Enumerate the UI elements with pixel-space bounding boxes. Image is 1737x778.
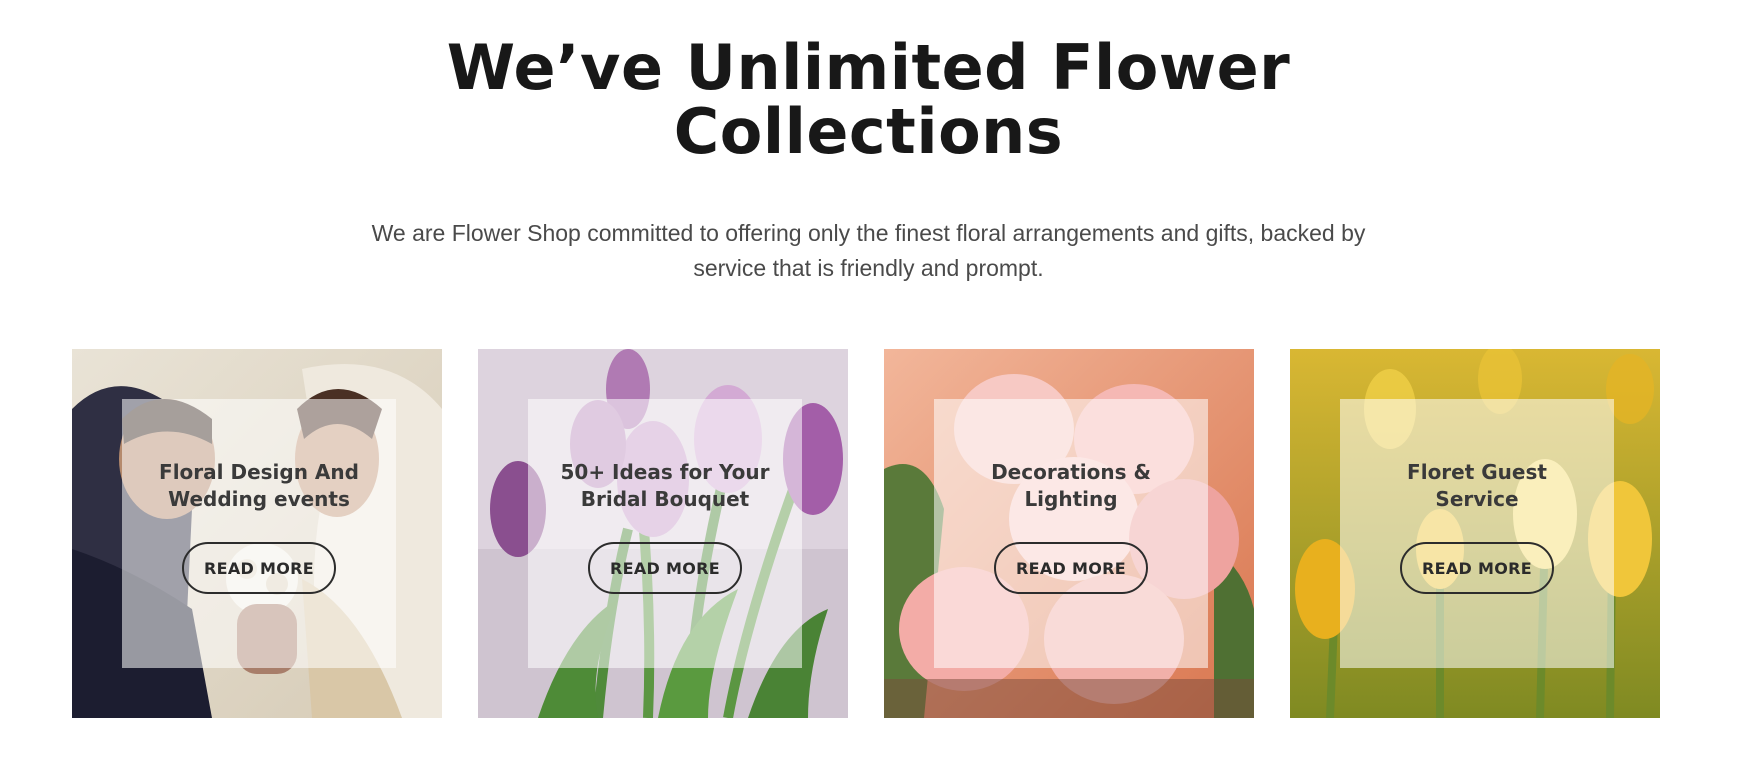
card-title: Floret Guest Service <box>1340 459 1614 513</box>
card-title-line-2: Wedding events <box>168 487 350 511</box>
flower-collections-section: We’ve Unlimited Flower Collections We ar… <box>0 0 1737 778</box>
collection-card-decorations: Decorations & Lighting READ MORE <box>884 349 1254 718</box>
heading-line-1: We’ve Unlimited Flower <box>446 31 1291 104</box>
read-more-button[interactable]: READ MORE <box>1400 542 1554 594</box>
card-overlay: Decorations & Lighting READ MORE <box>934 399 1208 668</box>
card-title: Floral Design And Wedding events <box>122 459 396 513</box>
read-more-button[interactable]: READ MORE <box>994 542 1148 594</box>
card-title-line-2: Lighting <box>1024 487 1118 511</box>
collection-card-guest-service: Floret Guest Service READ MORE <box>1290 349 1660 718</box>
read-more-button[interactable]: READ MORE <box>182 542 336 594</box>
card-title: Decorations & Lighting <box>934 459 1208 513</box>
collection-card-wedding: Floral Design And Wedding events READ MO… <box>72 349 442 718</box>
card-title-line-2: Bridal Bouquet <box>580 487 750 511</box>
card-title-line-1: Floret Guest <box>1407 460 1547 484</box>
heading-line-2: Collections <box>673 95 1064 168</box>
section-heading: We’ve Unlimited Flower Collections <box>0 36 1737 164</box>
read-more-button[interactable]: READ MORE <box>588 542 742 594</box>
card-title-line-1: Floral Design And <box>159 460 359 484</box>
card-title-line-1: 50+ Ideas for Your <box>560 460 770 484</box>
card-title: 50+ Ideas for Your Bridal Bouquet <box>528 459 802 513</box>
card-overlay: 50+ Ideas for Your Bridal Bouquet READ M… <box>528 399 802 668</box>
card-title-line-2: Service <box>1435 487 1519 511</box>
collection-card-bridal-bouquet: 50+ Ideas for Your Bridal Bouquet READ M… <box>478 349 848 718</box>
card-title-line-1: Decorations & <box>991 460 1151 484</box>
card-overlay: Floret Guest Service READ MORE <box>1340 399 1614 668</box>
section-subtitle: We are Flower Shop committed to offering… <box>371 220 1366 281</box>
card-overlay: Floral Design And Wedding events READ MO… <box>122 399 396 668</box>
